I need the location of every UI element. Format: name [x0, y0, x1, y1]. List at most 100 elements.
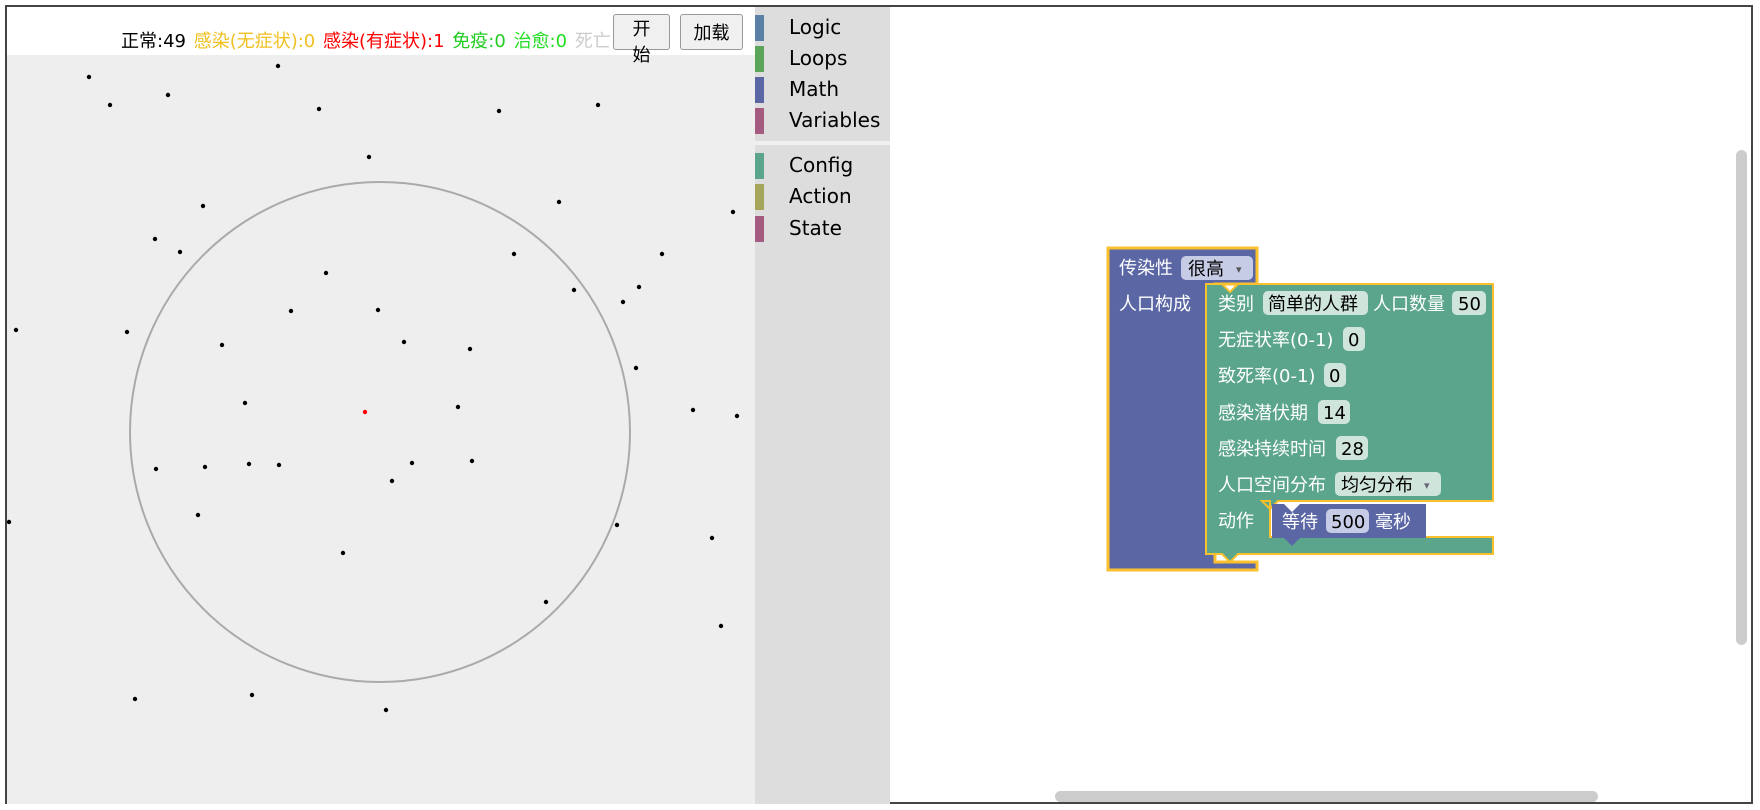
person-dot-normal — [323, 270, 329, 276]
toolbox-category-logic[interactable]: Logic — [755, 13, 890, 41]
person-dot-normal — [659, 251, 665, 257]
person-dot-normal — [152, 236, 158, 242]
asymptomatic-rate-value: 0 — [1348, 330, 1359, 351]
vertical-scrollbar[interactable] — [1736, 150, 1747, 645]
person-dot-normal — [107, 102, 113, 108]
person-dot-normal — [409, 460, 415, 466]
person-dot-normal — [469, 458, 475, 464]
blockly-workspace[interactable]: 传染性 很高 ▾ 人口构成 类别 简单的人群 人口数量 50 无症状率(0-1)… — [890, 7, 1751, 802]
action-label: 动作 — [1218, 511, 1254, 532]
person-dot-normal — [246, 461, 252, 467]
wait-duration-value: 500 — [1331, 512, 1365, 533]
person-dot-normal — [389, 478, 395, 484]
toolbox-category-state[interactable]: State — [755, 214, 890, 242]
person-dot-normal — [195, 512, 201, 518]
status-cured: 治愈:0 — [513, 31, 568, 52]
incubation-label: 感染潜伏期 — [1218, 403, 1308, 424]
category-color-swatch — [755, 46, 764, 72]
person-dot-normal — [571, 287, 577, 293]
person-dot-normal — [316, 106, 322, 112]
person-dot-normal — [709, 535, 715, 541]
distribution-label: 人口空间分布 — [1218, 475, 1326, 496]
transmissibility-value: 很高 — [1188, 259, 1224, 280]
person-dot-normal — [543, 599, 549, 605]
person-dot-normal — [690, 407, 696, 413]
duration-value: 28 — [1341, 439, 1364, 460]
horizontal-scrollbar[interactable] — [1055, 791, 1598, 802]
load-button[interactable]: 加载 — [680, 14, 743, 50]
category-label: Action — [789, 184, 852, 208]
toolbox-category-loops[interactable]: Loops — [755, 44, 890, 72]
simulation-header: 正常:49 感染(无症状):0 感染(有症状):1 免疫:0 治愈:0 死亡:0… — [7, 7, 755, 66]
mortality-rate-field[interactable]: 0 — [1324, 363, 1346, 387]
person-dot-normal — [467, 346, 473, 352]
chevron-down-icon: ▾ — [1236, 263, 1242, 276]
person-dot-normal — [595, 102, 601, 108]
duration-field[interactable]: 28 — [1336, 436, 1368, 460]
person-dot-normal — [730, 209, 736, 215]
category-label: Variables — [789, 108, 881, 132]
person-dot-infected — [362, 409, 368, 415]
duration-label: 感染持续时间 — [1218, 439, 1326, 460]
person-dot-normal — [718, 623, 724, 629]
chevron-down-icon: ▾ — [1424, 479, 1430, 492]
category-label: State — [789, 216, 842, 240]
incubation-value: 14 — [1323, 403, 1346, 424]
category-label: 类别 — [1218, 294, 1254, 315]
simulation-panel: 正常:49 感染(无症状):0 感染(有症状):1 免疫:0 治愈:0 死亡:0… — [7, 7, 755, 804]
blockly-toolbox: Logic Loops Math Variables Config Action… — [755, 7, 890, 804]
person-dot-normal — [249, 692, 255, 698]
person-dot-normal — [177, 249, 183, 255]
asymptomatic-rate-label: 无症状率(0-1) — [1218, 330, 1333, 351]
simulation-canvas[interactable] — [7, 55, 755, 804]
category-label: Math — [789, 77, 840, 101]
person-dot-normal — [276, 462, 282, 468]
toolbox-category-config[interactable]: Config — [755, 151, 890, 179]
category-color-swatch — [755, 216, 764, 242]
person-dot-normal — [124, 329, 130, 335]
person-dot-normal — [620, 299, 626, 305]
category-value: 简单的人群 — [1268, 294, 1358, 315]
mortality-rate-value: 0 — [1329, 366, 1340, 387]
person-dot-normal — [242, 400, 248, 406]
category-color-swatch — [755, 77, 764, 103]
toolbox-category-variables[interactable]: Variables — [755, 106, 890, 134]
person-dot-normal — [455, 404, 461, 410]
population-count-field[interactable]: 50 — [1452, 291, 1486, 315]
status-bar: 正常:49 感染(无症状):0 感染(有症状):1 免疫:0 治愈:0 死亡:0 — [121, 27, 630, 53]
mortality-rate-label: 致死率(0-1) — [1218, 366, 1315, 387]
category-color-swatch — [755, 153, 764, 179]
distribution-dropdown[interactable]: 均匀分布 ▾ — [1335, 472, 1441, 496]
person-dot-normal — [219, 342, 225, 348]
incubation-field[interactable]: 14 — [1318, 400, 1350, 424]
status-infected-symptomatic: 感染(有症状):1 — [323, 31, 445, 52]
category-color-swatch — [755, 15, 764, 41]
category-color-swatch — [755, 184, 764, 210]
status-infected-asymptomatic: 感染(无症状):0 — [193, 31, 316, 52]
person-dot-normal — [165, 92, 171, 98]
category-field[interactable]: 简单的人群 — [1263, 291, 1368, 315]
person-dot-normal — [401, 339, 407, 345]
distribution-value: 均匀分布 — [1341, 475, 1413, 496]
transmissibility-dropdown[interactable]: 很高 ▾ — [1181, 256, 1253, 280]
start-button[interactable]: 开始 — [613, 14, 670, 66]
person-dot-normal — [86, 74, 92, 80]
category-color-swatch — [755, 108, 764, 134]
person-dot-normal — [511, 251, 517, 257]
person-dot-normal — [340, 550, 346, 556]
simulation-boundary-circle — [129, 181, 631, 683]
wait-duration-field[interactable]: 500 — [1326, 509, 1369, 533]
population-label: 人口构成 — [1119, 294, 1191, 315]
toolbox-category-action[interactable]: Action — [755, 182, 890, 210]
person-dot-normal — [366, 154, 372, 160]
person-dot-normal — [132, 696, 138, 702]
person-dot-normal — [200, 203, 206, 209]
person-dot-normal — [496, 108, 502, 114]
toolbox-category-math[interactable]: Math — [755, 75, 890, 103]
population-count-value: 50 — [1458, 294, 1481, 315]
asymptomatic-rate-field[interactable]: 0 — [1343, 327, 1365, 351]
wait-label: 等待 — [1282, 512, 1318, 533]
person-dot-normal — [636, 284, 642, 290]
wait-unit-label: 毫秒 — [1375, 512, 1411, 533]
person-dot-normal — [13, 327, 19, 333]
